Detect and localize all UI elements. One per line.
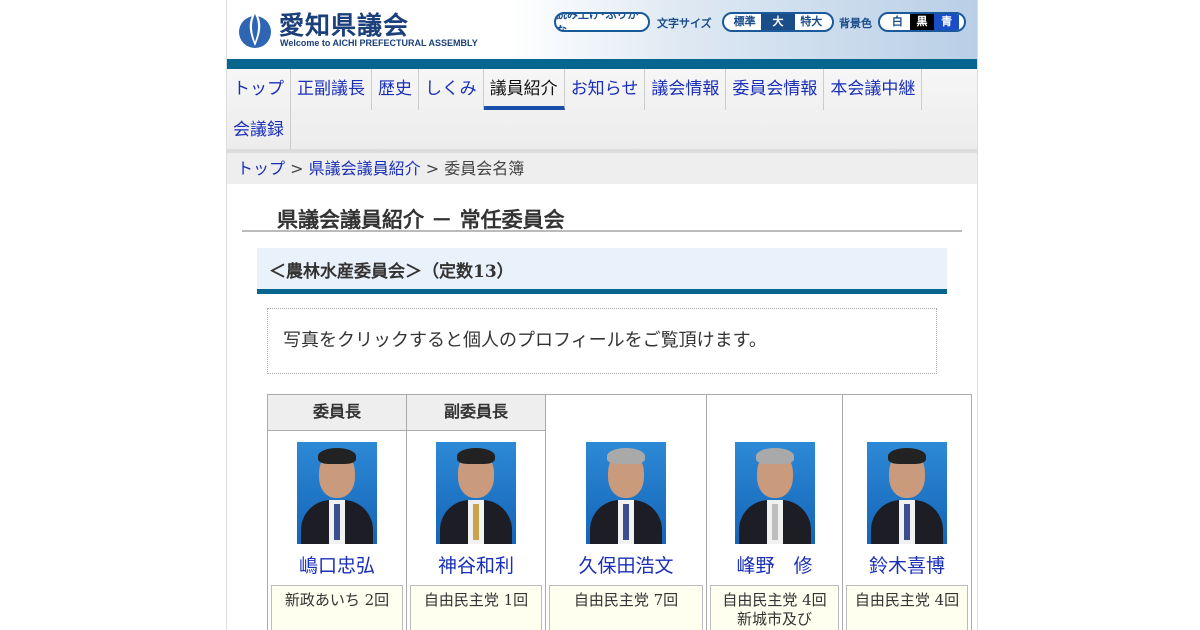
member-name-link[interactable]: 神谷和利	[407, 551, 545, 578]
breadcrumb: トップ > 県議会議員紹介 > 委員会名簿	[227, 153, 977, 184]
page-title: 県議会議員紹介 － 常任委員会	[242, 204, 962, 232]
nav-item-top[interactable]: トップ	[227, 69, 291, 110]
site-header: 愛知県議会 Welcome to AICHI PREFECTURAL ASSEM…	[227, 0, 977, 60]
background-color-label: 背景色	[839, 17, 872, 30]
member-party: 自由民主党 7回	[549, 585, 703, 630]
breadcrumb-separator: >	[425, 159, 440, 178]
bg-black-button[interactable]: 黒	[909, 14, 935, 30]
main-nav: トップ 正副議長 歴史 しくみ 議員紹介 お知らせ 議会情報 委員会情報 本会議…	[227, 69, 977, 151]
breadcrumb-members-link[interactable]: 県議会議員紹介	[309, 159, 421, 178]
member-name-link[interactable]: 嶋口忠弘	[268, 551, 406, 578]
member-party: 自由民主党 4回 新城市及び	[710, 585, 839, 630]
member-card: 委員長 嶋口忠弘 新政あいち 2回	[267, 394, 406, 630]
member-card: 久保田浩文 自由民主党 7回	[545, 394, 706, 630]
member-name-link[interactable]: 鈴木喜博	[843, 551, 971, 578]
committee-title: ＜農林水産委員会＞（定数13）	[257, 248, 947, 294]
breadcrumb-separator: >	[290, 159, 304, 178]
member-table: 委員長 嶋口忠弘 新政あいち 2回 副委員長 神谷和利 自由民主党 1回 久保田…	[267, 394, 972, 630]
member-photo[interactable]	[586, 442, 666, 544]
font-size-standard-button[interactable]: 標準	[728, 14, 761, 30]
nav-item-live-stream[interactable]: 本会議中継	[824, 69, 923, 110]
nav-item-minutes[interactable]: 会議録	[227, 110, 291, 151]
font-size-large-button[interactable]: 大	[761, 14, 795, 30]
page: 愛知県議会 Welcome to AICHI PREFECTURAL ASSEM…	[226, 0, 978, 630]
nav-item-history[interactable]: 歴史	[372, 69, 419, 110]
member-role: 委員長	[268, 394, 406, 431]
background-color-switcher: 白 黒 青	[878, 12, 966, 32]
bg-blue-button[interactable]: 青	[934, 14, 960, 30]
member-photo[interactable]	[867, 442, 947, 544]
assembly-logo-icon[interactable]	[237, 6, 273, 50]
nav-item-news[interactable]: お知らせ	[565, 69, 646, 110]
table-top-border	[545, 394, 972, 395]
table-top-border	[267, 394, 545, 395]
member-name-link[interactable]: 峰野 修	[707, 551, 842, 578]
member-card: 副委員長 神谷和利 自由民主党 1回	[406, 394, 545, 630]
header-divider	[227, 59, 977, 69]
member-party: 自由民主党 1回	[410, 585, 542, 630]
member-photo[interactable]	[436, 442, 516, 544]
member-photo[interactable]	[734, 442, 815, 544]
breadcrumb-home-link[interactable]: トップ	[237, 159, 285, 178]
member-party: 自由民主党 4回	[846, 585, 968, 630]
font-size-switcher: 標準 大 特大	[722, 12, 834, 32]
member-district: 新城市及び	[736, 610, 812, 628]
bg-white-button[interactable]: 白	[885, 14, 910, 30]
breadcrumb-current: 委員会名簿	[444, 159, 525, 178]
nav-row: トップ 正副議長 歴史 しくみ 議員紹介 お知らせ 議会情報 委員会情報 本会議…	[227, 69, 923, 110]
site-title[interactable]: 愛知県議会	[279, 6, 409, 42]
member-name-link[interactable]: 久保田浩文	[546, 551, 706, 578]
font-size-xlarge-button[interactable]: 特大	[795, 14, 828, 30]
member-party-text: 自由民主党 4回	[722, 591, 827, 609]
font-size-label: 文字サイズ	[657, 17, 712, 30]
member-party: 新政あいち 2回	[271, 585, 403, 630]
nav-item-committee-info[interactable]: 委員会情報	[726, 69, 825, 110]
member-card: 鈴木喜博 自由民主党 4回	[842, 394, 972, 630]
read-aloud-button[interactable]: 読み上げ･ふりがな	[554, 12, 650, 32]
nav-item-assembly-info[interactable]: 議会情報	[645, 69, 727, 110]
site-subtitle: Welcome to AICHI PREFECTURAL ASSEMBLY	[280, 38, 478, 48]
nav-item-members[interactable]: 議員紹介	[483, 69, 565, 110]
nav-row: 会議録	[227, 110, 291, 151]
nav-item-speakers[interactable]: 正副議長	[291, 69, 372, 110]
read-aloud-label: 読み上げ･ふりがな	[556, 12, 639, 32]
profile-notice: 写真をクリックすると個人のプロフィールをご覧頂けます。	[267, 308, 937, 374]
member-role: 副委員長	[407, 394, 545, 431]
member-photo[interactable]	[297, 442, 377, 544]
nav-item-structure[interactable]: しくみ	[419, 69, 484, 110]
member-card: 峰野 修 自由民主党 4回 新城市及び	[706, 394, 842, 630]
